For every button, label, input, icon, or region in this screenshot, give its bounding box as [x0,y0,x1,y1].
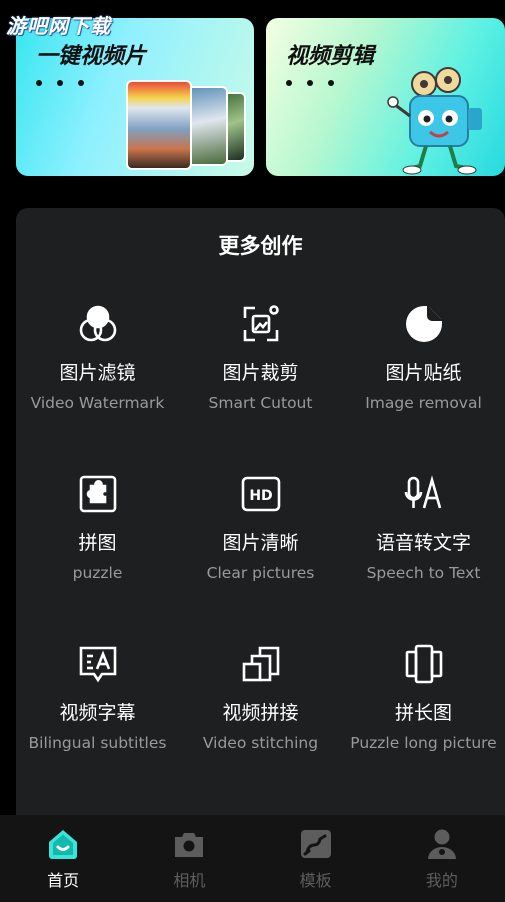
nav-home[interactable]: 首页 [0,815,126,902]
watermark-logo: 游吧网下载 [6,14,111,38]
video-edit-card[interactable]: 视频剪辑 [266,18,505,176]
panel-title: 更多创作 [218,234,303,258]
bottom-nav: 首页 相机 模板 我的 [0,815,505,902]
card-title: 视频剪辑 [286,44,375,69]
tool-image-crop[interactable]: 图片裁剪 Smart Cutout [179,304,342,412]
tool-label: 图片清晰 [222,532,299,554]
more-creation-panel: 更多创作 图片滤镜 Video Watermark 图片裁剪 Smart Cut… [16,208,505,848]
card-title: 一键视频片 [36,44,147,69]
tool-long-picture[interactable]: 拼长图 Puzzle long picture [342,644,505,752]
tool-puzzle[interactable]: 拼图 puzzle [16,474,179,582]
camera-icon [175,833,204,857]
home-icon [49,830,78,859]
tool-video-subtitles[interactable]: 视频字幕 Bilingual subtitles [16,644,179,752]
tool-image-sticker[interactable]: 图片贴纸 Image removal [342,304,505,412]
tool-clear-picture[interactable]: HD 图片清晰 Clear pictures [179,474,342,582]
subtitle-icon [79,646,116,683]
tool-sublabel: Image removal [365,394,482,412]
nav-label: 模板 [299,871,332,890]
speech-to-text-icon [404,475,441,509]
sticker-icon [405,306,442,342]
tool-sublabel: Bilingual subtitles [28,734,167,752]
nav-template[interactable]: 模板 [253,815,379,902]
photo-collage-illustration [126,78,246,174]
tool-label: 拼图 [78,532,117,554]
filter-circles-icon [79,305,116,342]
tool-video-stitching[interactable]: 视频拼接 Video stitching [179,644,342,752]
camera-robot-illustration [387,67,482,175]
tool-label: 视频字幕 [59,702,136,724]
nav-label: 相机 [173,871,206,890]
tool-sublabel: Smart Cutout [208,394,313,412]
profile-icon [427,829,456,859]
tool-image-filter[interactable]: 图片滤镜 Video Watermark [16,304,179,412]
tool-label: 图片滤镜 [59,362,136,384]
svg-text:HD: HD [249,488,272,504]
nav-profile[interactable]: 我的 [379,815,505,902]
one-click-video-card[interactable]: 一键视频片 [16,18,254,176]
hd-icon: HD [241,476,280,512]
tool-label: 拼长图 [394,702,452,724]
top-banner-cards: 一键视频片 视频剪辑 [16,18,505,176]
tool-label: 图片裁剪 [222,362,299,384]
tool-speech-to-text[interactable]: 语音转文字 Speech to Text [342,474,505,582]
stitching-icon [242,646,279,682]
tool-sublabel: Clear pictures [206,564,315,582]
tool-sublabel: puzzle [72,564,123,582]
crop-image-icon [243,305,279,342]
tool-sublabel: Speech to Text [366,564,481,582]
nav-label: 首页 [47,871,80,890]
tool-sublabel: Video stitching [202,734,319,752]
more-dots-icon [36,80,84,86]
template-icon [300,830,331,858]
tool-label: 语音转文字 [375,532,471,554]
nav-camera[interactable]: 相机 [126,815,252,902]
tool-label: 视频拼接 [222,702,299,724]
more-dots-icon [286,80,334,86]
nav-label: 我的 [425,871,458,890]
long-picture-icon [405,644,442,684]
tool-label: 图片贴纸 [385,362,462,384]
tool-sublabel: Puzzle long picture [350,734,497,752]
puzzle-icon [79,475,116,513]
tool-sublabel: Video Watermark [30,394,165,412]
